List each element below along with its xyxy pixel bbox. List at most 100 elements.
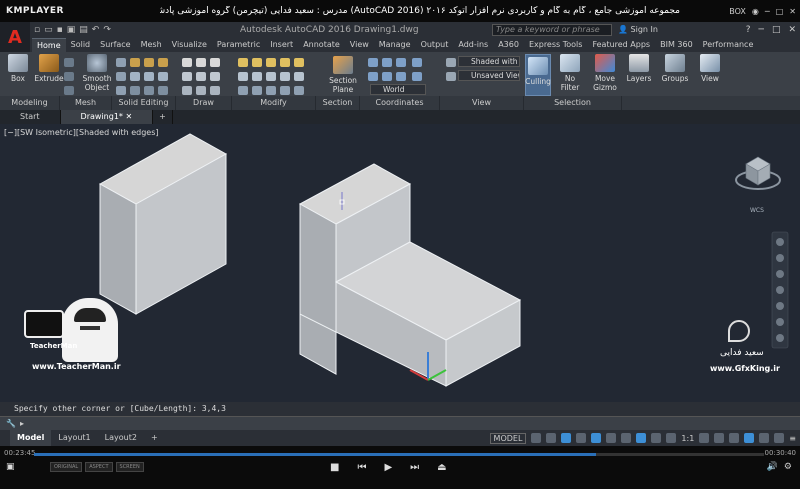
ribbon-tab-visualize[interactable]: Visualize bbox=[167, 38, 212, 52]
stretch-icon[interactable] bbox=[266, 86, 276, 95]
fillet-icon[interactable] bbox=[252, 72, 262, 81]
mesh-edit-icon[interactable] bbox=[116, 72, 126, 81]
rotate-icon[interactable] bbox=[252, 58, 262, 67]
save-icon[interactable]: ▪ bbox=[57, 25, 63, 35]
new-icon[interactable]: ▫ bbox=[34, 25, 40, 35]
ucs-3point-icon[interactable] bbox=[396, 58, 406, 67]
osnap-icon[interactable] bbox=[591, 433, 602, 443]
solid-box-1[interactable] bbox=[98, 133, 228, 315]
grid-icon[interactable] bbox=[531, 433, 542, 443]
ortho-icon[interactable] bbox=[561, 433, 572, 443]
panel-label-mesh[interactable]: Mesh bbox=[60, 96, 112, 110]
stop-icon[interactable]: ■ bbox=[330, 462, 339, 473]
autocad-app-button[interactable]: A bbox=[0, 22, 30, 52]
culling-button[interactable]: Culling bbox=[525, 54, 551, 96]
ribbon-tab-view[interactable]: View bbox=[345, 38, 374, 52]
hatch-icon[interactable] bbox=[182, 86, 192, 95]
panel-label-draw[interactable]: Draw bbox=[176, 96, 232, 110]
maximize-icon[interactable]: □ bbox=[772, 25, 781, 35]
solid-edit-icon[interactable] bbox=[130, 58, 140, 67]
chip-aspect[interactable]: ASPECT bbox=[85, 462, 113, 472]
search-input[interactable]: Type a keyword or phrase bbox=[492, 24, 612, 36]
ribbon-tab-parametric[interactable]: Parametric bbox=[212, 38, 265, 52]
polar-icon[interactable] bbox=[576, 433, 587, 443]
workspace-icon[interactable] bbox=[699, 433, 710, 443]
panel-label-selection[interactable]: Selection bbox=[524, 96, 622, 110]
ribbon-tab-performance[interactable]: Performance bbox=[698, 38, 759, 52]
file-tab-start[interactable]: Start bbox=[0, 110, 61, 124]
array-icon[interactable] bbox=[294, 58, 304, 67]
move-gizmo-button[interactable]: Move Gizmo bbox=[592, 54, 618, 92]
mesh-tool-icon[interactable] bbox=[64, 86, 74, 95]
copy-icon[interactable] bbox=[238, 72, 248, 81]
panel-label-section[interactable]: Section bbox=[316, 96, 360, 110]
visual-style-dropdown[interactable]: Shaded with e... bbox=[458, 56, 520, 67]
solid-edit-icon[interactable] bbox=[158, 72, 168, 81]
ribbon-tab-insert[interactable]: Insert bbox=[265, 38, 298, 52]
undo-icon[interactable]: ↶ bbox=[92, 25, 100, 35]
mesh-tool-icon[interactable] bbox=[64, 72, 74, 81]
layout-tab-layout1[interactable]: Layout1 bbox=[51, 430, 97, 446]
play-icon[interactable]: ▶ bbox=[384, 462, 392, 473]
solid-edit-icon[interactable] bbox=[144, 58, 154, 67]
view-button[interactable]: View bbox=[698, 54, 722, 83]
annotation-scale[interactable]: 1:1 bbox=[681, 434, 694, 443]
annotation-monitor-icon[interactable] bbox=[714, 433, 725, 443]
point-icon[interactable] bbox=[210, 86, 220, 95]
close-icon[interactable]: ✕ bbox=[788, 25, 796, 35]
wrench-icon[interactable]: 🔧 bbox=[6, 417, 16, 430]
ucs-origin-icon[interactable] bbox=[382, 58, 392, 67]
mesh-tool-icon[interactable] bbox=[64, 58, 74, 67]
panel-label-modify[interactable]: Modify bbox=[232, 96, 316, 110]
player-minimize-icon[interactable]: ─ bbox=[765, 7, 770, 16]
volume-icon[interactable]: 🔊 bbox=[767, 462, 778, 472]
player-pin-icon[interactable]: ◉ bbox=[752, 7, 759, 16]
seek-bar[interactable] bbox=[34, 453, 764, 456]
mirror-icon[interactable] bbox=[280, 58, 290, 67]
chip-original[interactable]: ORIGINAL bbox=[50, 462, 83, 472]
no-filter-button[interactable]: No Filter bbox=[556, 54, 584, 92]
panel-label-modeling[interactable]: Modeling bbox=[0, 96, 60, 110]
section-plane-button[interactable]: Section Plane bbox=[326, 56, 360, 94]
ucs-z-icon[interactable] bbox=[396, 72, 406, 81]
ribbon-tab-solid[interactable]: Solid bbox=[66, 38, 96, 52]
gizmo-status-icon[interactable] bbox=[651, 433, 662, 443]
sign-in-link[interactable]: 👤 Sign In bbox=[618, 22, 658, 38]
layout-tab-layout2[interactable]: Layout2 bbox=[98, 430, 144, 446]
new-tab-button[interactable]: + bbox=[153, 110, 173, 124]
ucs-icon[interactable] bbox=[368, 58, 378, 67]
panel-label-view[interactable]: View bbox=[440, 96, 524, 110]
scale-icon[interactable] bbox=[266, 58, 276, 67]
layers-button[interactable]: Layers bbox=[626, 54, 652, 83]
player-menu-icon[interactable]: ▣ bbox=[6, 462, 15, 472]
circle-icon[interactable] bbox=[210, 58, 220, 67]
ribbon-tab-express-tools[interactable]: Express Tools bbox=[524, 38, 588, 52]
saved-view-dropdown[interactable]: Unsaved View bbox=[458, 70, 520, 81]
mesh-edit-icon[interactable] bbox=[116, 58, 126, 67]
selection-cycling-icon[interactable] bbox=[636, 433, 647, 443]
hardware-acceleration-icon[interactable] bbox=[759, 433, 770, 443]
viewcube[interactable] bbox=[735, 156, 781, 190]
polyline-icon[interactable] bbox=[196, 58, 206, 67]
isolate-objects-icon[interactable] bbox=[744, 433, 755, 443]
drawing-viewport[interactable]: [−][SW Isometric][Shaded with edges] WCS… bbox=[0, 124, 800, 402]
ribbon-tab-annotate[interactable]: Annotate bbox=[298, 38, 345, 52]
solid-edit-icon[interactable] bbox=[144, 86, 154, 95]
coordinate-system-dropdown[interactable]: World bbox=[370, 84, 426, 95]
groups-button[interactable]: Groups bbox=[662, 54, 688, 83]
annotation-visibility-icon[interactable] bbox=[666, 433, 677, 443]
help-icon[interactable]: ? bbox=[746, 25, 751, 35]
ribbon-tab-surface[interactable]: Surface bbox=[95, 38, 135, 52]
solid-edit-icon[interactable] bbox=[158, 58, 168, 67]
redo-icon[interactable]: ↷ bbox=[103, 25, 111, 35]
solid-edit-icon[interactable] bbox=[144, 72, 154, 81]
explode-icon[interactable] bbox=[252, 86, 262, 95]
player-maximize-icon[interactable]: □ bbox=[776, 7, 784, 16]
otrack-icon[interactable] bbox=[606, 433, 617, 443]
spline-icon[interactable] bbox=[196, 86, 206, 95]
ucs-named-icon[interactable] bbox=[412, 58, 422, 67]
erase-icon[interactable] bbox=[294, 72, 304, 81]
ribbon-tab-a360[interactable]: A360 bbox=[493, 38, 524, 52]
offset-icon[interactable] bbox=[280, 72, 290, 81]
move-icon[interactable] bbox=[238, 58, 248, 67]
